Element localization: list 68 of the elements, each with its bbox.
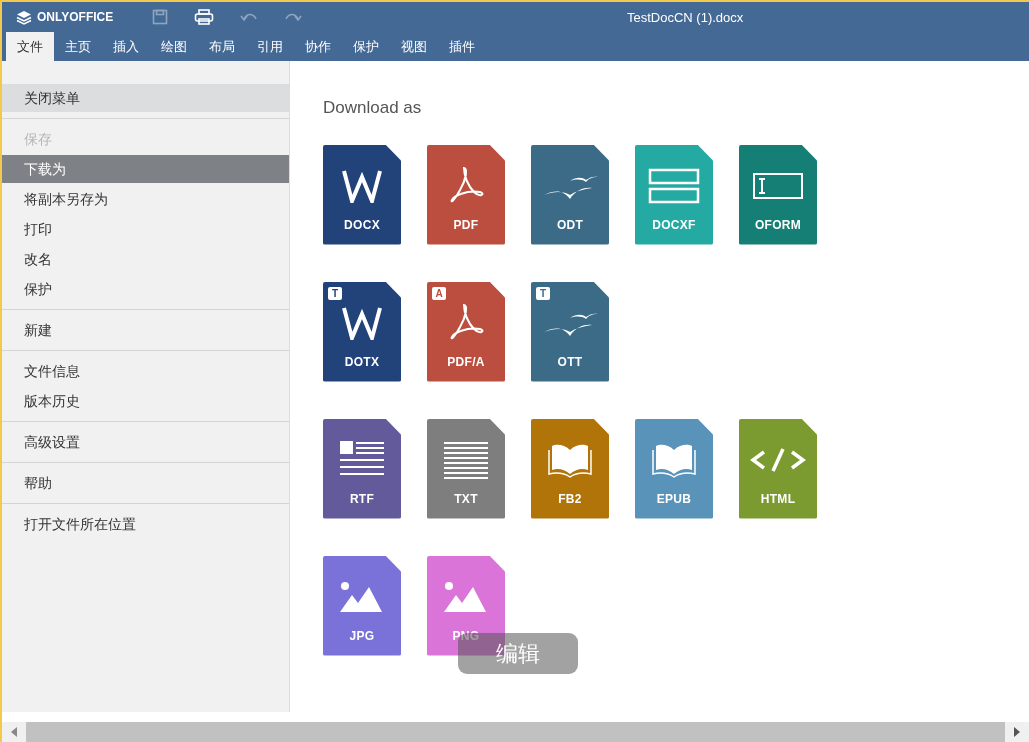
format-label: DOCXF [652, 218, 696, 231]
menu-item[interactable]: 保护 [2, 275, 289, 303]
layers-icon [16, 9, 32, 25]
file-format-button[interactable]: FB2 [531, 418, 609, 519]
menu-item[interactable]: 新建 [2, 316, 289, 344]
ribbon-tab[interactable]: 协作 [294, 32, 342, 61]
ribbon-tab[interactable]: 布局 [198, 32, 246, 61]
file-format-button[interactable]: PDF [427, 144, 505, 245]
menu-item[interactable]: 文件信息 [2, 357, 289, 385]
format-label: OTT [557, 355, 583, 368]
menu-item[interactable]: 帮助 [2, 469, 289, 497]
app-logo: ONLYOFFICE [37, 9, 114, 26]
menu-item[interactable]: 打开文件所在位置 [2, 510, 289, 538]
format-label: OFORM [754, 218, 802, 231]
menu-item[interactable]: 下载为 [2, 155, 289, 183]
menu-item[interactable]: 高级设置 [2, 428, 289, 456]
image-icon [340, 580, 384, 613]
file-format-button[interactable]: DOCX [323, 144, 401, 245]
format-label: ODT [556, 218, 584, 231]
print-icon[interactable] [194, 9, 214, 25]
format-label: DOTX [344, 355, 380, 368]
menu-item[interactable]: 将副本另存为 [2, 185, 289, 213]
file-format-button[interactable]: T OTT [531, 281, 609, 382]
format-label: HTML [760, 492, 796, 505]
format-label: DOCX [344, 218, 380, 231]
ribbon-tab[interactable]: 插入 [102, 32, 150, 61]
text-field-icon [752, 171, 804, 200]
format-label: JPG [349, 629, 375, 642]
ribbon-tab[interactable]: 插件 [438, 32, 486, 61]
format-badge: T [536, 286, 550, 300]
file-format-button[interactable]: T DOTX [323, 281, 401, 382]
ribbon-tab[interactable]: 保护 [342, 32, 390, 61]
file-format-button[interactable]: HTML [739, 418, 817, 519]
format-label: PDF/A [447, 355, 485, 368]
file-format-button[interactable]: ODT [531, 144, 609, 245]
format-label: TXT [454, 492, 478, 505]
format-badge: T [328, 286, 342, 300]
menu-item[interactable]: 打印 [2, 215, 289, 243]
scroll-right-icon[interactable] [1013, 727, 1021, 737]
file-format-button[interactable]: RTF [323, 418, 401, 519]
ribbon-tab[interactable]: 文件 [6, 32, 54, 61]
file-format-button[interactable]: DOCXF [635, 144, 713, 245]
menu-item[interactable]: 版本历史 [2, 387, 289, 415]
letter-w-icon [342, 305, 382, 340]
section-heading: Download as [323, 97, 423, 119]
file-format-button[interactable]: EPUB [635, 418, 713, 519]
file-format-button[interactable]: A PDF/A [427, 281, 505, 382]
file-format-button[interactable]: TXT [427, 418, 505, 519]
ribbon-tab[interactable]: 主页 [54, 32, 102, 61]
letter-w-icon [342, 168, 382, 203]
menu-item[interactable]: 改名 [2, 245, 289, 273]
ribbon-tab[interactable]: 视图 [390, 32, 438, 61]
text-lines-icon [444, 440, 488, 479]
format-label: FB2 [558, 492, 582, 505]
document-title: TestDocCN (1).docx [627, 9, 744, 27]
format-badge: A [432, 286, 446, 300]
ribbon-tab[interactable]: 引用 [246, 32, 294, 61]
code-icon [750, 446, 806, 473]
file-format-button[interactable]: OFORM [739, 144, 817, 245]
format-label: EPUB [656, 492, 692, 505]
file-format-button[interactable]: JPG [323, 555, 401, 656]
ribbon-tab[interactable]: 绘图 [150, 32, 198, 61]
scroll-left-icon[interactable] [10, 727, 18, 737]
form-fields-icon [648, 167, 700, 204]
image-icon [444, 580, 488, 613]
format-label: PDF [453, 218, 479, 231]
format-label: RTF [349, 492, 375, 505]
close-menu-button[interactable]: 关闭菜单 [2, 84, 289, 112]
